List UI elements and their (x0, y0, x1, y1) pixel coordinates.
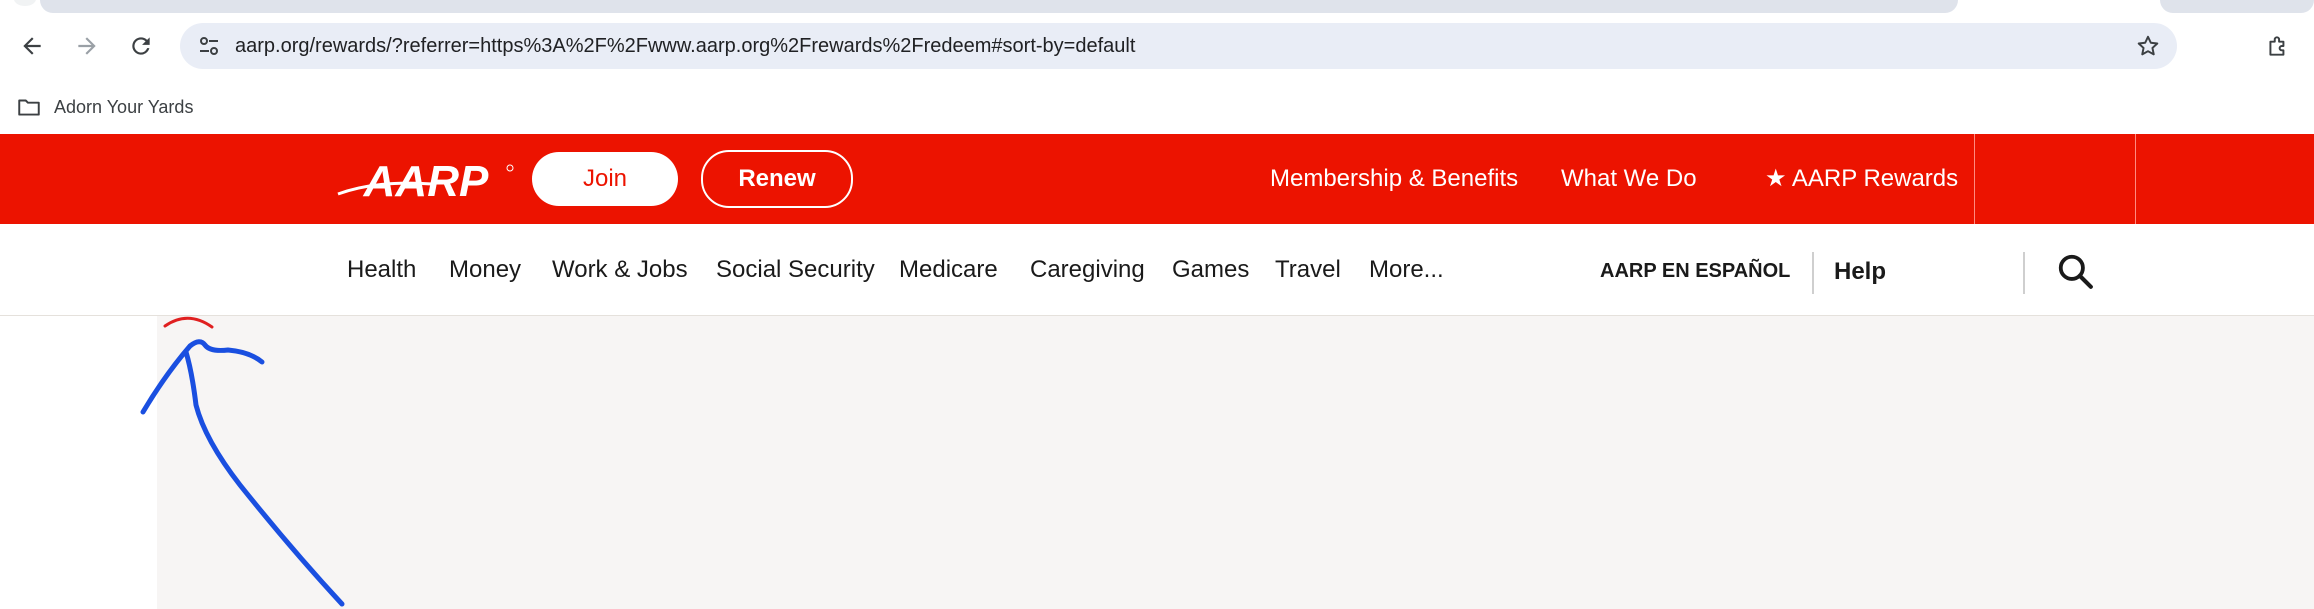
nav-membership-benefits[interactable]: Membership & Benefits (1270, 134, 1518, 224)
tune-icon (200, 37, 218, 55)
inactive-tab[interactable] (2160, 0, 2314, 13)
help-link[interactable]: Help (1834, 224, 1886, 319)
topic-nav: Health Money Work & Jobs Social Security… (0, 224, 2314, 316)
topic-travel[interactable]: Travel (1275, 224, 1341, 315)
extensions-button[interactable] (2256, 24, 2300, 68)
nav-separator (1812, 252, 1814, 294)
active-tab[interactable] (40, 0, 1958, 13)
aarp-en-espanol-link[interactable]: AARP EN ESPAÑOL (1600, 224, 1790, 319)
logo-text: AARP (363, 158, 489, 202)
site-info-button[interactable] (194, 31, 224, 61)
topic-health[interactable]: Health (347, 224, 416, 315)
nav-what-we-do[interactable]: What We Do (1561, 134, 1697, 224)
search-icon (2058, 254, 2093, 289)
renew-button[interactable]: Renew (701, 150, 853, 208)
aarp-logo-mark: AARP (337, 157, 514, 206)
arrow-left-icon (23, 37, 41, 55)
topic-work-jobs[interactable]: Work & Jobs (552, 224, 688, 315)
topic-caregiving[interactable]: Caregiving (1030, 224, 1145, 315)
main-content-area (157, 316, 2314, 609)
reload-button[interactable] (119, 24, 163, 68)
url-text[interactable]: aarp.org/rewards/?referrer=https%3A%2F%2… (235, 23, 1135, 69)
aarp-logo[interactable]: AARP (336, 157, 516, 206)
bookmark-folder-adorn-your-yards[interactable]: Adorn Your Yards (16, 90, 193, 124)
forward-button[interactable] (65, 24, 109, 68)
topic-games[interactable]: Games (1172, 224, 1249, 315)
search-button[interactable] (2052, 248, 2098, 294)
bookmark-star-button[interactable] (2133, 31, 2163, 61)
arrow-right-icon (78, 37, 96, 55)
topic-money[interactable]: Money (449, 224, 521, 315)
topic-social-security[interactable]: Social Security (716, 224, 875, 315)
tab-favicon (14, 0, 36, 6)
reload-icon (132, 37, 150, 55)
puzzle-icon (2269, 36, 2285, 56)
folder-icon (18, 99, 40, 116)
topic-more[interactable]: More... (1369, 224, 1444, 315)
topic-medicare[interactable]: Medicare (899, 224, 998, 315)
nav-separator (2023, 252, 2025, 294)
header-divider (1974, 134, 1975, 224)
join-button[interactable]: Join (532, 152, 678, 206)
bookmarks-bar: Adorn Your Yards (0, 80, 2314, 134)
browser-toolbar: aarp.org/rewards/?referrer=https%3A%2F%2… (0, 14, 2314, 80)
tab-strip (0, 0, 2314, 14)
star-icon (2137, 35, 2159, 56)
bookmark-label: Adorn Your Yards (54, 96, 194, 117)
nav-aarp-rewards[interactable]: ★ AARP Rewards (1765, 134, 1958, 224)
address-bar[interactable]: aarp.org/rewards/?referrer=https%3A%2F%2… (180, 23, 2177, 69)
site-header: AARP Join Renew Membership & Benefits Wh… (0, 134, 2314, 224)
header-divider (2135, 134, 2136, 224)
back-button[interactable] (10, 24, 54, 68)
